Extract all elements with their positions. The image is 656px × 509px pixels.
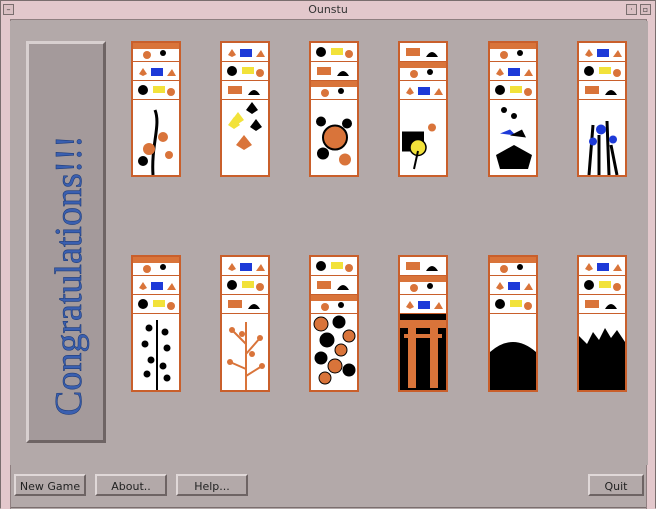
card-pile-peony[interactable]: [309, 41, 359, 177]
stacked-card: [133, 295, 179, 314]
pine-icon: [579, 314, 625, 390]
stacked-card: [311, 81, 357, 100]
card-pile-pampas-moon[interactable]: [488, 255, 538, 392]
maximize-icon[interactable]: ▫: [640, 4, 651, 15]
stacked-card: [311, 62, 357, 81]
stacked-card: [579, 62, 625, 81]
game-window: – Ounstu · ▫ Congratulations!!! New Game…: [0, 0, 656, 509]
stacked-card: [311, 295, 357, 314]
card-pile-willow-gate[interactable]: [398, 255, 448, 392]
cherry-blossom-icon: [311, 314, 357, 390]
card-pile-plum[interactable]: [131, 41, 181, 177]
stacked-card: [579, 81, 625, 100]
stacked-card: [490, 276, 536, 295]
stacked-card: [400, 276, 446, 295]
stacked-card: [579, 276, 625, 295]
minimize-icon[interactable]: ·: [626, 4, 637, 15]
stacked-card: [222, 257, 268, 276]
stacked-card: [579, 257, 625, 276]
window-title: Ounstu: [308, 3, 348, 16]
maple-leaf-icon: [222, 100, 268, 175]
help-button[interactable]: Help...: [176, 474, 248, 496]
moon-icon: [490, 314, 536, 390]
stacked-card: [400, 43, 446, 62]
button-bar: New Game About.. Help... Quit: [10, 467, 648, 507]
card-pile-chrysanthemum[interactable]: [398, 41, 448, 177]
stacked-card: [579, 43, 625, 62]
stacked-card: [222, 81, 268, 100]
stacked-card: [133, 62, 179, 81]
stacked-card: [400, 295, 446, 314]
card-pile-maple[interactable]: [220, 41, 270, 177]
card-pile-paulownia[interactable]: [488, 41, 538, 177]
stacked-card: [311, 276, 357, 295]
card-pile-cherry[interactable]: [309, 255, 359, 392]
stacked-card: [222, 295, 268, 314]
stacked-card: [400, 81, 446, 100]
stacked-card: [133, 276, 179, 295]
stacked-card: [579, 295, 625, 314]
peony-flower-icon: [311, 100, 357, 175]
bush-clover-icon: [133, 314, 179, 390]
card-pile-bush-clover[interactable]: [131, 255, 181, 392]
stacked-card: [400, 62, 446, 81]
plum-flower-icon: [133, 100, 179, 175]
congratulations-banner: Congratulations!!!: [26, 41, 106, 443]
stacked-card: [490, 43, 536, 62]
new-game-button[interactable]: New Game: [14, 474, 86, 496]
stacked-card: [490, 257, 536, 276]
stacked-card: [222, 276, 268, 295]
stacked-card: [311, 257, 357, 276]
title-bar[interactable]: – Ounstu · ▫: [1, 1, 655, 20]
stacked-card: [133, 257, 179, 276]
stacked-card: [222, 62, 268, 81]
about-button[interactable]: About..: [95, 474, 167, 496]
stacked-card: [400, 257, 446, 276]
card-pile-pine[interactable]: [577, 255, 627, 392]
card-pile-willow[interactable]: [220, 255, 270, 392]
stacked-card: [311, 43, 357, 62]
quit-button[interactable]: Quit: [588, 474, 644, 496]
stacked-card: [222, 43, 268, 62]
paulownia-icon: [490, 100, 536, 175]
iris-flower-icon: [579, 100, 625, 175]
congratulations-text: Congratulations!!!: [48, 135, 90, 416]
stacked-card: [490, 295, 536, 314]
stacked-card: [133, 43, 179, 62]
stacked-card: [490, 81, 536, 100]
chrysanthemum-icon: [400, 100, 446, 175]
willow-icon: [222, 314, 268, 390]
card-pile-iris[interactable]: [577, 41, 627, 177]
stacked-card: [133, 81, 179, 100]
stacked-card: [490, 62, 536, 81]
torii-gate-icon: [400, 314, 446, 390]
